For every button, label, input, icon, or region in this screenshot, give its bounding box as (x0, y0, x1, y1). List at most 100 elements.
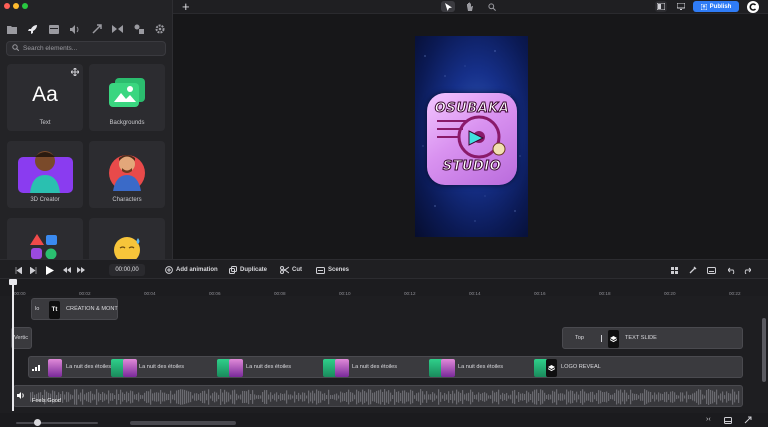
waveform-bar (88, 391, 90, 403)
waveform-bar (236, 393, 238, 401)
move-icon[interactable] (70, 67, 80, 78)
waveform-bar (366, 392, 368, 402)
waveform-bar (336, 393, 338, 401)
waveform-bar (502, 392, 504, 402)
waveform-bar (648, 391, 650, 403)
zoom-slider-handle[interactable] (34, 419, 41, 426)
waveform-bar (408, 392, 410, 402)
vertical-text-clip[interactable]: Vertic (11, 327, 32, 349)
text-slide-clip[interactable]: Top TEXT SLIDE (562, 327, 743, 349)
undo-icon (728, 267, 735, 274)
fast-forward-button[interactable] (77, 264, 85, 276)
waveform-bar (398, 391, 400, 403)
waveform-bar (724, 395, 726, 399)
grid-icon (671, 266, 678, 274)
bowtie-icon[interactable] (112, 23, 124, 35)
add-animation-button[interactable]: Add animation (165, 264, 218, 276)
transition-icon[interactable] (91, 23, 103, 35)
panels-toggle-button[interactable] (655, 1, 667, 12)
expand-icon[interactable] (744, 416, 752, 426)
waveform-bar (682, 392, 684, 402)
waveform-bar (246, 391, 248, 403)
waveform-bar (240, 394, 242, 400)
zoom-tool-button[interactable] (486, 1, 498, 12)
characters-card[interactable]: Characters (89, 141, 165, 208)
grid-view-button[interactable] (671, 264, 678, 276)
search-box[interactable] (6, 41, 166, 56)
search-input[interactable] (23, 45, 153, 52)
timeline-ruler[interactable]: 00:00 00:02 00:04 00:06 00:08 00:10 00:1… (0, 279, 768, 296)
publish-button[interactable]: Publish (693, 1, 739, 12)
waveform-bar (144, 392, 146, 402)
collapse-icon[interactable]: ›‹ (706, 416, 711, 423)
waveform-bar (168, 393, 170, 401)
card-label: 3D Creator (30, 197, 60, 203)
video-canvas[interactable]: OSUBAKA STUDIO (415, 36, 528, 237)
minimize-window-icon[interactable] (13, 3, 19, 9)
waveform-bar (90, 391, 92, 403)
studio-logo[interactable]: OSUBAKA STUDIO (427, 93, 517, 185)
waveform-bar (352, 392, 354, 402)
waveform-bar (708, 389, 710, 405)
hand-tool-button[interactable] (464, 1, 476, 12)
preview-button[interactable] (675, 1, 687, 12)
volume-icon[interactable] (17, 392, 25, 401)
undo-button[interactable] (728, 264, 736, 276)
horizontal-scrollbar[interactable] (130, 421, 236, 425)
waveform-bar (456, 389, 458, 405)
backgrounds-card[interactable]: Backgrounds (89, 64, 165, 131)
text-card[interactable]: Aa Text (7, 64, 83, 131)
waveform-bar (650, 391, 652, 403)
waveform-bar (462, 390, 464, 404)
3d-creator-card[interactable]: 3D Creator (7, 141, 83, 208)
shapes-card[interactable] (7, 218, 83, 259)
folder-icon[interactable] (6, 23, 18, 35)
rocket-icon[interactable] (27, 23, 39, 35)
maximize-window-icon[interactable] (22, 3, 28, 9)
waveform-bar (274, 393, 276, 401)
close-window-icon[interactable] (4, 3, 10, 9)
scenes-button[interactable]: Scenes (316, 264, 349, 276)
waveform-bar (558, 393, 560, 401)
account-avatar[interactable] (747, 1, 759, 13)
playhead[interactable] (9, 279, 17, 411)
timecode-display[interactable]: 00:00,00 (109, 264, 145, 276)
skip-to-start-button[interactable] (15, 264, 22, 276)
waveform-bar (498, 389, 500, 405)
waveform-bar (356, 389, 358, 405)
audio-icon[interactable] (69, 23, 81, 35)
clip-thumbnail (229, 359, 243, 377)
waveform-bar (376, 390, 378, 404)
waveform-bar (454, 393, 456, 401)
add-scene-button[interactable]: + (182, 0, 190, 14)
waveform-bar (252, 390, 254, 404)
play-button[interactable] (46, 264, 54, 276)
redo-button[interactable] (743, 264, 751, 276)
waveform-bar (548, 394, 550, 400)
shapes-icon[interactable] (133, 23, 145, 35)
waveform-bar (268, 394, 270, 400)
rewind-button[interactable] (63, 264, 71, 276)
title-text-clip[interactable]: lo Tt CRÉATION & MONT (31, 298, 118, 320)
captions-button[interactable] (707, 264, 716, 276)
gear-icon[interactable] (154, 23, 166, 35)
card-label: Text (39, 120, 51, 126)
vertical-scrollbar[interactable] (762, 318, 766, 382)
waveform-bar (136, 394, 138, 400)
waveform-bar (580, 390, 582, 404)
layout-icon[interactable] (48, 23, 60, 35)
skip-to-end-button[interactable] (30, 264, 37, 276)
waveform-bar (598, 390, 600, 404)
waveform-bar (148, 391, 150, 403)
waveform-bar (266, 390, 268, 404)
audio-track-clip[interactable]: Feels Good (13, 385, 743, 407)
magic-button[interactable] (689, 264, 697, 276)
cut-button[interactable]: Cut (280, 264, 302, 276)
zoom-slider-track[interactable] (16, 422, 98, 424)
duplicate-button[interactable]: Duplicate (229, 264, 267, 276)
waveform-bar (230, 394, 232, 400)
layout-toggle-icon[interactable] (724, 417, 732, 426)
waveform-bar (720, 393, 722, 401)
select-tool-button[interactable] (441, 1, 455, 12)
emoji-card[interactable] (89, 218, 165, 259)
